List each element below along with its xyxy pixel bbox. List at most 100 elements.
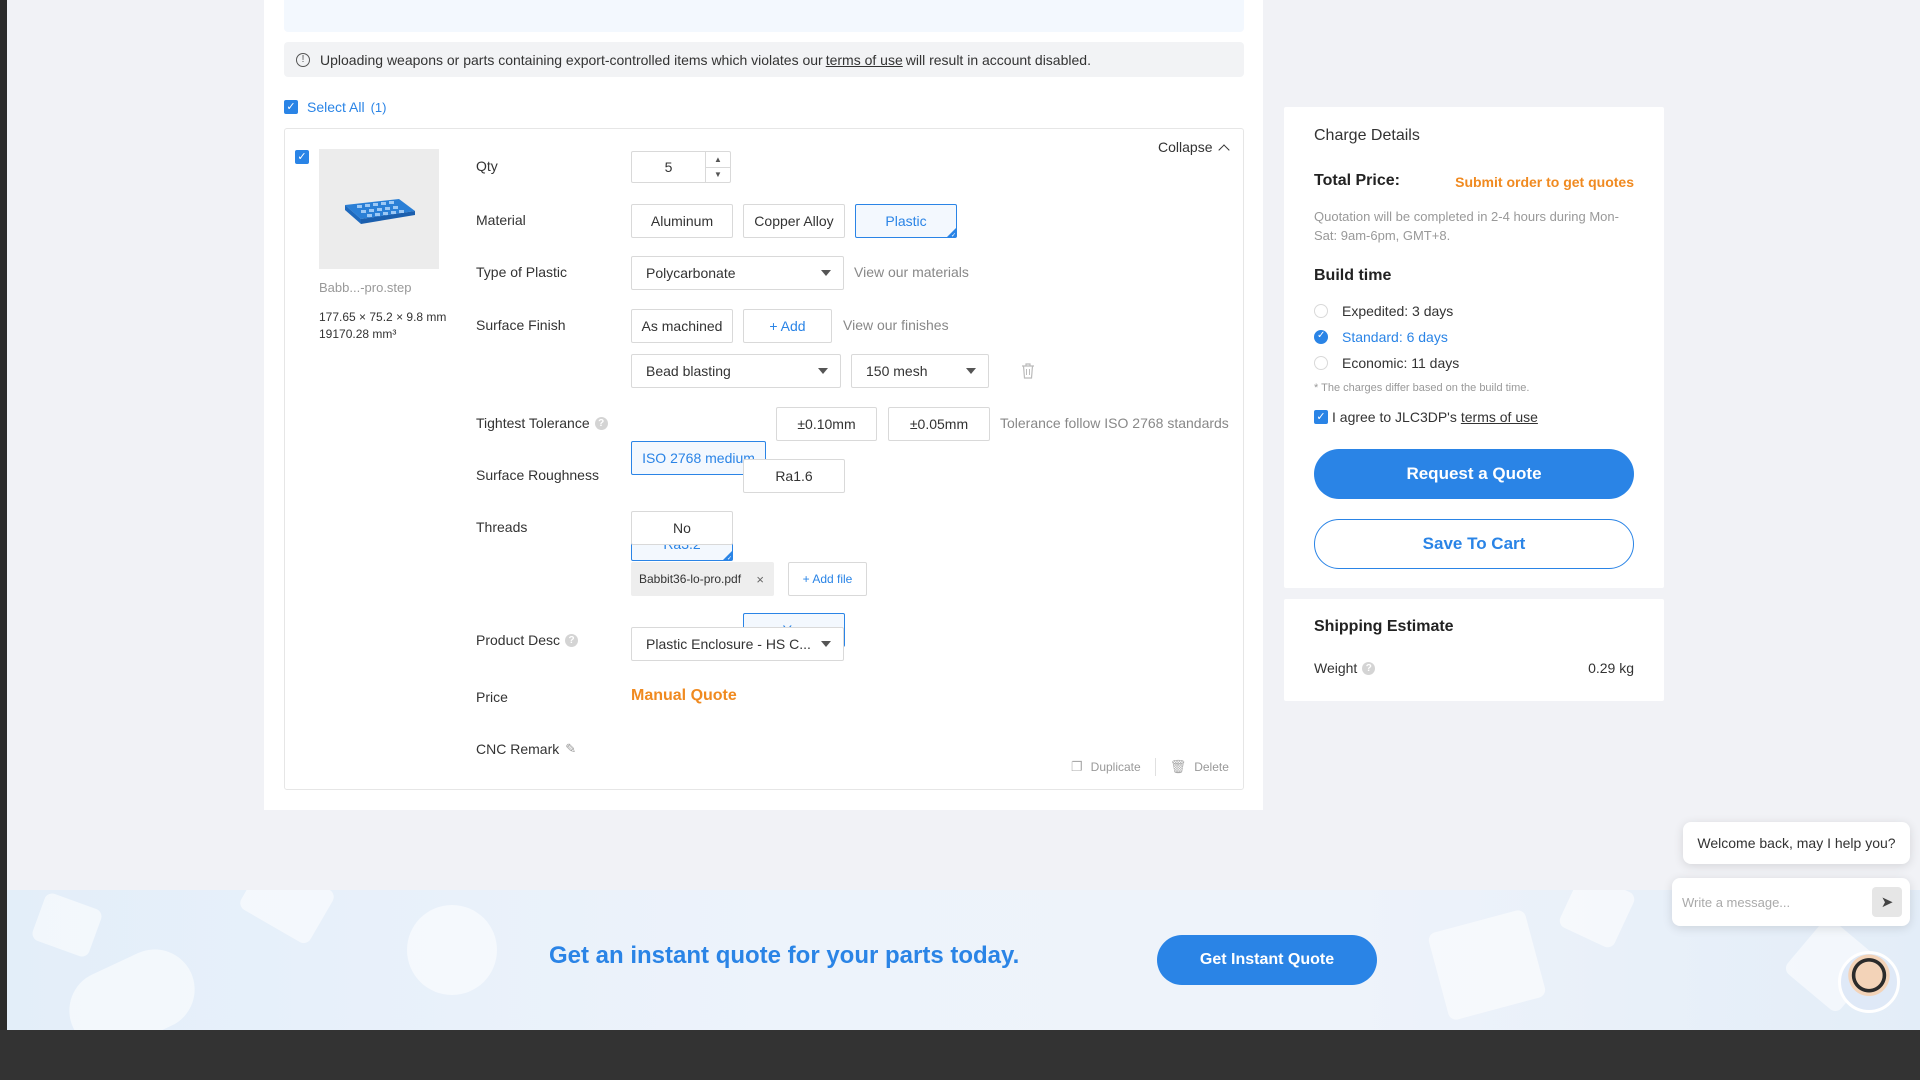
get-instant-quote-button[interactable]: Get Instant Quote [1157, 935, 1377, 985]
threads-no[interactable]: No [631, 511, 733, 545]
export-control-notice: ! Uploading weapons or parts containing … [284, 42, 1244, 77]
caret-down-icon [821, 270, 831, 276]
collapse-label: Collapse [1158, 139, 1213, 155]
notice-text-after: will result in account disabled. [905, 51, 1091, 68]
thread-file-name: Babbit36-lo-pro.pdf [639, 572, 742, 586]
part-thumbnail[interactable] [319, 149, 439, 269]
duplicate-button[interactable]: Duplicate [1091, 760, 1141, 774]
close-icon[interactable]: × [756, 572, 764, 587]
plastic-type-select[interactable]: Polycarbonate [631, 256, 844, 290]
chat-input[interactable]: Write a message... ➤ [1672, 878, 1910, 926]
pencil-icon[interactable]: ✎ [565, 741, 576, 757]
left-edge-strip [0, 0, 7, 1080]
finish-process-select[interactable]: Bead blasting [631, 354, 841, 388]
view-finishes-link[interactable]: View our finishes [843, 317, 949, 333]
qty-stepper[interactable]: 5 ▲ ▼ [631, 151, 731, 183]
upload-area-bottom [284, 0, 1244, 32]
build-option-label: Expedited: 3 days [1342, 303, 1454, 319]
charge-title: Charge Details [1314, 127, 1420, 144]
chat-placeholder[interactable]: Write a message... [1682, 895, 1790, 910]
qty-decrement-icon[interactable]: ▼ [706, 168, 730, 183]
product-desc-label-text: Product Desc [476, 632, 561, 648]
qty-value[interactable]: 5 [632, 152, 705, 182]
finish-process-value: Bead blasting [646, 363, 731, 379]
select-all-count: (1) [370, 99, 387, 115]
request-quote-button[interactable]: Request a Quote [1314, 449, 1634, 499]
price-label: Price [476, 689, 508, 705]
banner-title: Get an instant quote for your parts toda… [549, 942, 1020, 969]
chat-greeting[interactable]: Welcome back, may I help you? [1683, 822, 1910, 864]
radio-standard[interactable] [1314, 330, 1328, 344]
material-copper-alloy[interactable]: Copper Alloy [743, 204, 845, 238]
roughness-ra16[interactable]: Ra1.6 [743, 459, 845, 493]
footer-bar [0, 1030, 1920, 1080]
product-desc-label: Product Desc ? [476, 632, 579, 648]
copy-icon[interactable]: ❐ [1071, 759, 1083, 775]
build-option-label: Economic: 11 days [1342, 355, 1460, 371]
trash-icon[interactable]: 🗑 [1170, 759, 1187, 775]
caret-down-icon [818, 368, 828, 374]
add-finish-button[interactable]: + Add [743, 309, 832, 343]
part-size: 177.65 × 75.2 × 9.8 mm [319, 310, 447, 324]
mesh-value: 150 mesh [866, 363, 928, 379]
delete-button[interactable]: Delete [1194, 760, 1229, 774]
build-option-expedited[interactable]: Expedited: 3 days [1314, 303, 1453, 319]
save-to-cart-button[interactable]: Save To Cart [1314, 519, 1634, 569]
build-option-standard[interactable]: Standard: 6 days [1314, 329, 1448, 345]
weight-value: 0.29 kg [1588, 660, 1634, 676]
tolerance-label: Tightest Tolerance ? [476, 415, 608, 431]
part-actions: ❐ Duplicate 🗑 Delete [1071, 758, 1229, 776]
view-materials-link[interactable]: View our materials [854, 264, 969, 280]
qty-increment-icon[interactable]: ▲ [706, 152, 730, 168]
material-plastic[interactable]: Plastic [855, 204, 957, 239]
radio-economic[interactable] [1314, 356, 1328, 370]
select-all-label[interactable]: Select All [307, 99, 365, 115]
caret-down-icon [821, 641, 831, 647]
help-icon[interactable]: ? [565, 633, 579, 647]
part-checkbox[interactable] [295, 150, 309, 164]
total-price-label: Total Price: [1314, 172, 1400, 189]
product-desc-select[interactable]: Plastic Enclosure - HS C... [631, 627, 844, 661]
part-volume: 19170.28 mm³ [319, 327, 397, 341]
part-file-name: Babb...-pro.step [319, 280, 412, 295]
help-icon[interactable]: ? [594, 416, 608, 430]
send-icon[interactable]: ➤ [1872, 887, 1902, 917]
surface-finish-label: Surface Finish [476, 317, 566, 333]
notice-terms-link[interactable]: terms of use [826, 52, 903, 68]
material-label: Material [476, 212, 526, 228]
charge-details-panel: Charge Details Total Price: Submit order… [1284, 107, 1664, 588]
price-value: Manual Quote [631, 687, 737, 704]
build-option-economic[interactable]: Economic: 11 days [1314, 355, 1459, 371]
quote-note: Quotation will be completed in 2-4 hours… [1314, 209, 1619, 243]
help-icon[interactable]: ? [1362, 661, 1376, 675]
select-all-checkbox[interactable] [284, 100, 298, 114]
agree-terms[interactable]: I agree to JLC3DP's terms of use [1314, 409, 1538, 425]
material-aluminum[interactable]: Aluminum [631, 204, 733, 238]
cnc-remark-label: CNC Remark ✎ [476, 741, 576, 757]
build-note: * The charges differ based on the build … [1314, 382, 1530, 394]
weight-label: Weight ? [1314, 660, 1376, 676]
weight-label-text: Weight [1314, 660, 1358, 676]
tolerance-010[interactable]: ±0.10mm [776, 407, 877, 441]
qty-label: Qty [476, 158, 498, 174]
build-option-label: Standard: 6 days [1342, 329, 1448, 345]
total-price-value: Submit order to get quotes [1455, 174, 1634, 190]
support-agent-avatar[interactable] [1838, 951, 1900, 1013]
threads-label: Threads [476, 519, 528, 535]
add-file-button[interactable]: + Add file [788, 562, 867, 596]
radio-expedited[interactable] [1314, 304, 1328, 318]
select-all[interactable]: Select All (1) [284, 99, 386, 115]
agree-checkbox[interactable] [1314, 410, 1328, 424]
notice-text: Uploading weapons or parts containing ex… [320, 51, 823, 68]
thread-file-chip: Babbit36-lo-pro.pdf × [631, 562, 774, 596]
trash-icon[interactable] [1021, 363, 1035, 379]
mesh-select[interactable]: 150 mesh [851, 354, 989, 388]
collapse-button[interactable]: Collapse [1158, 139, 1231, 156]
finish-as-machined[interactable]: As machined [631, 309, 733, 343]
terms-link[interactable]: terms of use [1461, 409, 1538, 425]
tolerance-note: Tolerance follow ISO 2768 standards [1000, 415, 1229, 431]
cnc-remark-label-text: CNC Remark [476, 741, 560, 757]
tolerance-005[interactable]: ±0.05mm [888, 407, 990, 441]
shipping-title: Shipping Estimate [1314, 618, 1454, 635]
build-time-title: Build time [1314, 267, 1392, 284]
